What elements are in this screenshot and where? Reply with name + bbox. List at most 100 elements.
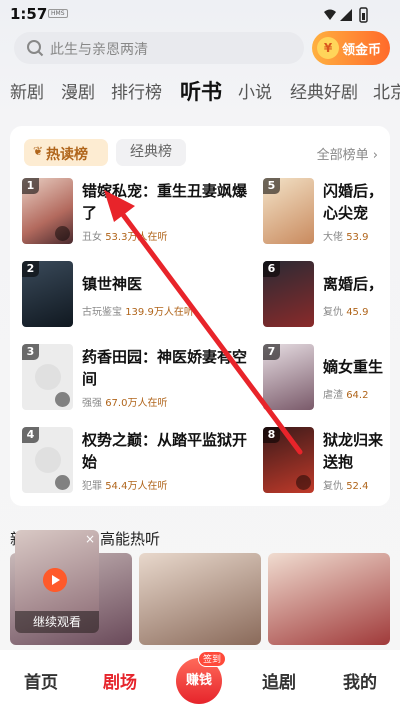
book-title: 药香田园：神医娇妻有空间 [82, 348, 248, 388]
rank-number: 5 [263, 178, 280, 194]
rank-number: 8 [263, 427, 280, 443]
book-meta: 强强 67.0万人在听 [82, 394, 167, 409]
listener-count: 139.9万人在听 [125, 307, 194, 318]
book-title: 离婚后， [323, 275, 384, 293]
floating-player[interactable]: × 继续观看 [15, 530, 99, 633]
tab-classic-drama[interactable]: 经典好剧 [290, 78, 358, 103]
listener-count: 67.0万人在听 [105, 398, 168, 409]
book-meta: 大佬 53.9 [323, 228, 368, 243]
search-bar[interactable]: 此生与亲恩两清 [14, 32, 304, 64]
status-bar: 1:57 HMS [0, 0, 400, 30]
rank-number: 7 [263, 344, 280, 360]
listener-count: 53.9 [346, 232, 369, 243]
tab-new-drama[interactable]: 新剧 [10, 78, 44, 103]
book-cover: 5 [263, 178, 314, 244]
tab-novel[interactable]: 小说 [238, 78, 272, 103]
placeholder-logo-icon [35, 364, 61, 390]
book-tag: 复仇 [323, 307, 343, 318]
drama-thumbnail[interactable] [268, 553, 390, 645]
classic-chip[interactable]: 经典榜 [116, 139, 186, 166]
close-icon[interactable]: × [85, 532, 95, 546]
coin-icon: ¥ [317, 37, 339, 59]
book-title: 嫡女重生 [323, 358, 384, 376]
recommend-title: 高能热听 [100, 530, 161, 548]
rank-number: 2 [22, 261, 39, 277]
laurel-left-icon: ❦ [33, 144, 44, 158]
rank-item-1[interactable]: 1 错嫁私宠：重生丑妻飒爆了 丑女 53.3万人在听 [22, 178, 262, 248]
listener-count: 64.2 [346, 390, 369, 401]
listener-count: 45.9 [346, 307, 369, 318]
book-title: 错嫁私宠：重生丑妻飒爆了 [82, 182, 248, 222]
tab-beijing[interactable]: 北京 [373, 78, 400, 103]
book-cover: 3 [22, 344, 73, 410]
continue-watching-label: 继续观看 [15, 611, 99, 633]
rank-item-4[interactable]: 4 权势之巅：从踏平监狱开始 犯罪 54.4万人在听 [22, 427, 262, 497]
system-icons [324, 7, 368, 23]
headphones-icon [55, 392, 70, 407]
get-coins-button[interactable]: ¥ 领金币 [312, 31, 390, 65]
search-placeholder: 此生与亲恩两清 [50, 42, 148, 58]
book-title: 狱龙归来送抱 [323, 431, 384, 471]
listener-count: 52.4 [346, 481, 369, 492]
rank-number: 1 [22, 178, 39, 194]
headphones-icon [55, 475, 70, 490]
all-lists-link[interactable]: 全部榜单 › [317, 144, 378, 163]
status-time: 1:57 [10, 5, 48, 23]
book-meta: 丑女 53.3万人在听 [82, 228, 167, 243]
rank-item-2[interactable]: 2 镇世神医 古玩鉴宝 139.9万人在听 [22, 261, 262, 331]
headphones-icon [55, 226, 70, 241]
book-cover: 4 [22, 427, 73, 493]
hot-reading-label: 热读榜 [46, 147, 88, 163]
listener-count: 54.4万人在听 [105, 481, 168, 492]
book-title: 镇世神医 [82, 275, 143, 293]
book-cover: 8 [263, 427, 314, 493]
book-tag: 丑女 [82, 232, 102, 243]
book-meta: 复仇 45.9 [323, 303, 368, 318]
book-meta: 犯罪 54.4万人在听 [82, 477, 167, 492]
rank-number: 6 [263, 261, 280, 277]
nav-theater[interactable]: 剧场 [103, 668, 137, 693]
wifi-icon [324, 9, 336, 20]
book-tag: 虐渣 [323, 390, 343, 401]
screen: 1:57 HMS 此生与亲恩两清 ¥ 领金币 新剧 漫剧 排行榜 听书 小说 经… [0, 0, 400, 711]
sign-in-badge: 签到 [198, 651, 227, 667]
hot-reading-chip[interactable]: ❦ 热读榜 [24, 139, 108, 166]
get-coins-label: 领金币 [342, 43, 382, 58]
rank-number: 4 [22, 427, 39, 443]
listener-count: 53.3万人在听 [105, 232, 168, 243]
rank-number: 3 [22, 344, 39, 360]
nav-mine[interactable]: 我的 [343, 668, 377, 693]
book-tag: 强强 [82, 398, 102, 409]
book-tag: 古玩鉴宝 [82, 307, 122, 318]
category-tabs: 新剧 漫剧 排行榜 听书 小说 经典好剧 北京 [0, 76, 400, 106]
rank-item-5[interactable]: 5 闪婚后，心尖宠 大佬 53.9 [263, 178, 390, 248]
book-cover: 2 [22, 261, 73, 327]
nav-home[interactable]: 首页 [24, 668, 58, 693]
placeholder-logo-icon [35, 447, 61, 473]
book-title: 权势之巅：从踏平监狱开始 [82, 431, 248, 471]
nav-follow[interactable]: 追剧 [262, 668, 296, 693]
rank-item-3[interactable]: 3 药香田园：神医娇妻有空间 强强 67.0万人在听 [22, 344, 262, 414]
book-meta: 复仇 52.4 [323, 477, 368, 492]
hms-badge: HMS [48, 9, 68, 18]
search-icon [27, 40, 44, 57]
book-cover: 6 [263, 261, 314, 327]
rank-item-8[interactable]: 8 狱龙归来送抱 复仇 52.4 [263, 427, 390, 497]
play-icon[interactable] [43, 568, 67, 592]
tab-ranking[interactable]: 排行榜 [111, 78, 162, 103]
rank-item-7[interactable]: 7 嫡女重生 虐渣 64.2 [263, 344, 390, 414]
book-tag: 复仇 [323, 481, 343, 492]
book-title: 闪婚后，心尖宠 [323, 182, 384, 222]
book-tag: 大佬 [323, 232, 343, 243]
drama-thumbnail[interactable] [139, 553, 261, 645]
rank-item-6[interactable]: 6 离婚后， 复仇 45.9 [263, 261, 390, 331]
headphones-icon [296, 475, 311, 490]
book-meta: 古玩鉴宝 139.9万人在听 [82, 303, 194, 318]
tab-audiobook[interactable]: 听书 [180, 76, 222, 106]
signal-icon [340, 9, 352, 21]
tab-comic-drama[interactable]: 漫剧 [61, 78, 95, 103]
book-meta: 虐渣 64.2 [323, 386, 368, 401]
book-cover: 7 [263, 344, 314, 410]
book-cover: 1 [22, 178, 73, 244]
bottom-nav: 首页 剧场 赚钱 签到 追剧 我的 [0, 650, 400, 711]
